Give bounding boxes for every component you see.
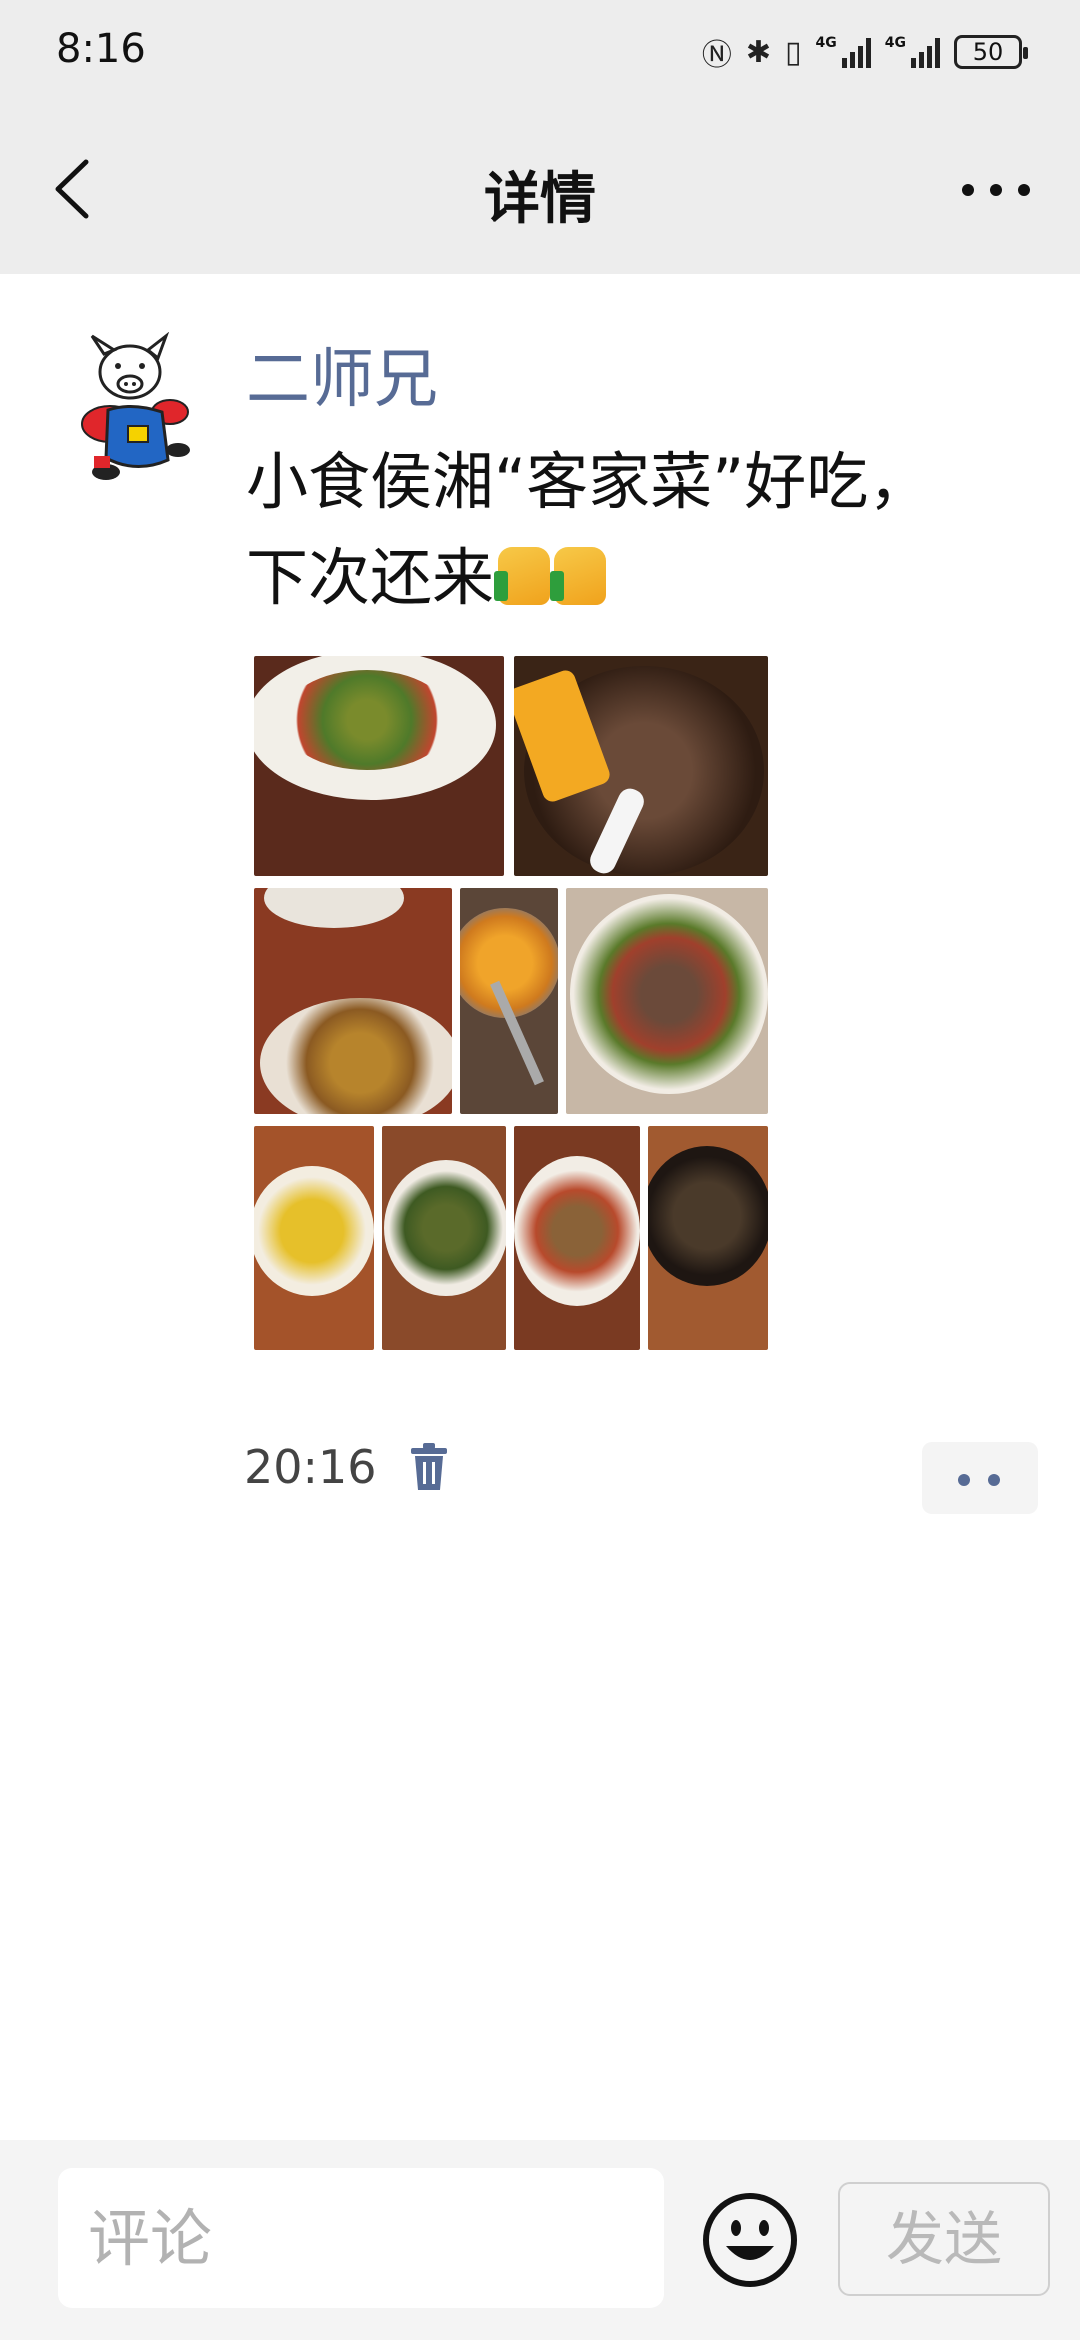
- page-title: 详情: [484, 167, 596, 232]
- food-photo-1[interactable]: [254, 656, 504, 876]
- status-bar: 8:16 Ⓝ ✱ ▯ 4G 4G 50: [0, 0, 1080, 104]
- nfc-icon: Ⓝ: [701, 38, 732, 73]
- like-comment-button[interactable]: [922, 1442, 1038, 1514]
- trash-icon: [410, 1443, 447, 1490]
- nav-bar: 详情: [0, 104, 1080, 274]
- status-time: 8:16: [56, 26, 146, 72]
- food-photo-8[interactable]: [514, 1126, 640, 1350]
- status-icons: Ⓝ ✱ ▯ 4G 4G 50: [701, 30, 1028, 74]
- more-horizontal-icon: [962, 184, 974, 196]
- food-photo-3[interactable]: [254, 888, 452, 1114]
- thumbs-up-emoji-icon: [494, 547, 551, 605]
- more-button[interactable]: [956, 164, 1036, 214]
- post-time: 20:16: [244, 1440, 377, 1494]
- photo-grid: [254, 656, 768, 1350]
- food-photo-7[interactable]: [382, 1126, 506, 1350]
- vibrate-icon: ▯: [785, 34, 802, 70]
- bluetooth-icon: ✱: [745, 34, 772, 70]
- comment-input[interactable]: [58, 2168, 664, 2308]
- thumbs-up-emoji-icon: [550, 547, 607, 605]
- send-button[interactable]: 发送: [838, 2182, 1050, 2296]
- comment-bar: 发送: [0, 2140, 1080, 2340]
- post-text: 小食侯湘“客家菜”好吃，下次还来: [246, 434, 946, 626]
- battery-indicator: 50: [954, 35, 1028, 69]
- food-photo-5[interactable]: [566, 888, 768, 1114]
- smiley-face-icon: [703, 2193, 797, 2287]
- food-photo-2[interactable]: [514, 656, 768, 876]
- food-photo-6[interactable]: [254, 1126, 374, 1350]
- emoji-button[interactable]: [702, 2192, 798, 2288]
- avatar[interactable]: [70, 331, 200, 502]
- post-meta: 20:16: [244, 1440, 449, 1494]
- cell-signal-2-icon: 4G: [885, 36, 940, 68]
- delete-button[interactable]: [409, 1442, 449, 1492]
- author-name[interactable]: 二师兄: [246, 328, 438, 420]
- two-dots-icon: [958, 1474, 970, 1486]
- food-photo-9[interactable]: [648, 1126, 768, 1350]
- food-photo-4[interactable]: [460, 888, 558, 1114]
- cell-signal-1-icon: 4G: [816, 36, 871, 68]
